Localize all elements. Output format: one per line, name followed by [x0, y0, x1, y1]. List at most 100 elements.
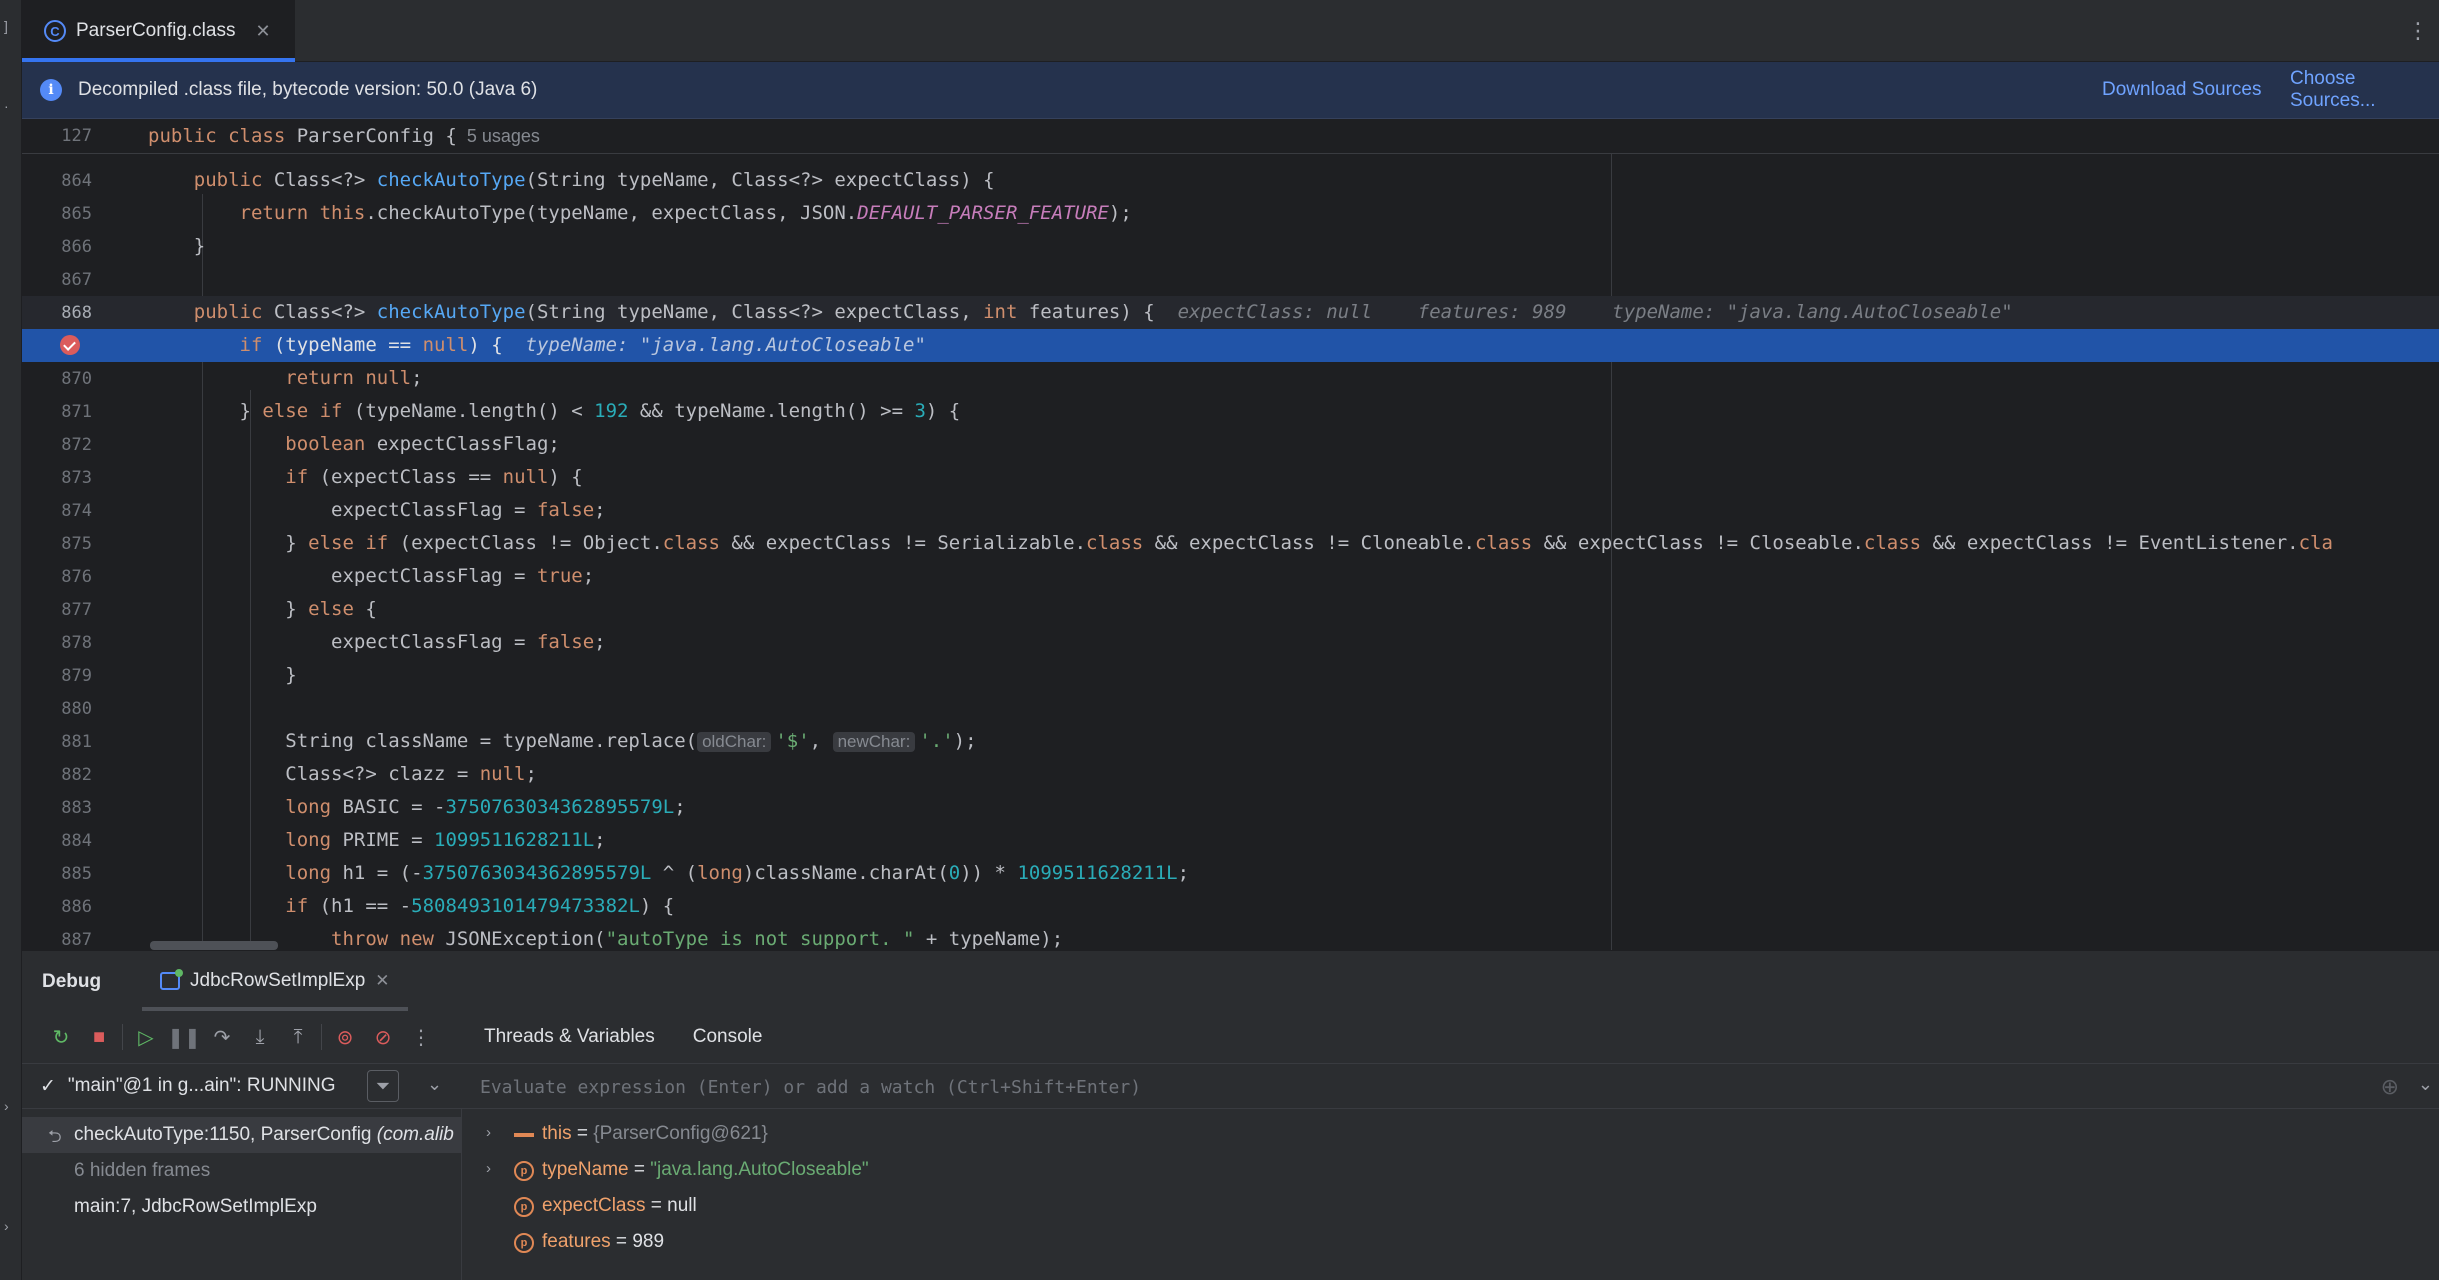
horizontal-scrollbar[interactable]	[150, 941, 278, 950]
line-number: 873	[61, 468, 92, 488]
variable-row[interactable]: p features = 989	[462, 1225, 2439, 1261]
code-line: 863	[22, 154, 2439, 162]
parameter-icon: p	[514, 1233, 534, 1253]
more-icon[interactable]: ⋮	[2407, 18, 2429, 44]
code-text: long PRIME = 1099511628211L;	[285, 829, 606, 851]
panel-icon[interactable]: ]	[4, 19, 16, 33]
code-line: 871 } else if (typeName.length() < 192 &…	[22, 395, 2439, 428]
step-over-icon[interactable]: ↷	[203, 1018, 241, 1056]
sticky-header-line[interactable]: 127 public class ParserConfig {5 usages	[22, 119, 2439, 154]
variable-row[interactable]: › p typeName = "java.lang.AutoCloseable"	[462, 1153, 2439, 1189]
line-number: 867	[61, 270, 92, 290]
chevron-down-icon[interactable]: ⌄	[427, 1074, 442, 1095]
code-text: String className = typeName.replace(oldC…	[148, 730, 977, 752]
line-number: 871	[61, 402, 92, 422]
line-number: 882	[61, 765, 92, 785]
debug-header: Debug JdbcRowSetImplExp ✕	[22, 951, 2439, 1011]
code-text: expectClassFlag = false;	[148, 499, 606, 521]
stop-icon[interactable]: ■	[80, 1018, 118, 1056]
code-text: long BASIC = -3750763034362895579L;	[285, 796, 686, 818]
expand-arrow-icon[interactable]: ›	[486, 1124, 491, 1141]
tab-console[interactable]: Console	[693, 1026, 763, 1048]
line-number: 887	[61, 930, 92, 950]
close-icon[interactable]: ✕	[255, 21, 270, 42]
view-breakpoints-icon[interactable]: ⊚	[326, 1018, 364, 1056]
variable-row[interactable]: p expectClass = null	[462, 1189, 2439, 1225]
code-line: 872 boolean expectClassFlag;	[22, 428, 2439, 461]
filter-icon[interactable]: ⏷	[367, 1070, 399, 1102]
left-tool-strip: ] · › ›	[0, 0, 22, 1280]
code-line: 880	[22, 692, 2439, 725]
check-icon: ✓	[40, 1075, 56, 1097]
tab-parserconfig[interactable]: C ParserConfig.class ✕	[22, 0, 295, 62]
code-text: Class<?> clazz = null;	[148, 763, 537, 785]
line-number: 868	[61, 303, 92, 323]
more-icon[interactable]: ⋮	[402, 1018, 440, 1056]
line-number: 881	[61, 732, 92, 752]
step-out-icon[interactable]: ⤒	[279, 1018, 317, 1056]
code-text: expectClassFlag = false;	[148, 631, 606, 653]
structure-icon[interactable]: ·	[4, 99, 16, 113]
usages-link[interactable]: 5 usages	[467, 126, 540, 146]
step-into-icon[interactable]: ⤓	[241, 1018, 279, 1056]
run-tool-icon[interactable]: ›	[4, 1219, 16, 1233]
frame-return-icon: ⮌	[48, 1127, 62, 1146]
line-number: 885	[61, 864, 92, 884]
choose-sources-link[interactable]: Choose Sources...	[2290, 68, 2439, 112]
resume-icon[interactable]: ▷	[127, 1018, 165, 1056]
line-number: 872	[61, 435, 92, 455]
hidden-frames-item[interactable]: 6 hidden frames	[22, 1153, 461, 1189]
code-text: }	[148, 235, 206, 257]
evaluate-input[interactable]	[480, 1072, 2280, 1102]
banner-message: Decompiled .class file, bytecode version…	[78, 79, 538, 100]
code-line: 866 }	[22, 230, 2439, 263]
code-text: public Class<?> checkAutoType(String typ…	[193, 169, 995, 191]
inline-value-hint: features: 989	[1417, 301, 1567, 323]
chevron-down-icon[interactable]: ⌄	[2418, 1074, 2433, 1095]
code-line: 868 public Class<?> checkAutoType(String…	[22, 296, 2439, 329]
code-line: 874 expectClassFlag = false;	[22, 494, 2439, 527]
code-line: 882 Class<?> clazz = null;	[22, 758, 2439, 791]
frame-item[interactable]: ⮌ checkAutoType:1150, ParserConfig (com.…	[22, 1117, 461, 1153]
param-hint: oldChar:	[697, 732, 772, 752]
line-number: 880	[61, 699, 92, 719]
rerun-icon[interactable]: ↻	[42, 1018, 80, 1056]
sticky-code: public class ParserConfig {5 usages	[148, 125, 540, 147]
code-text: expectClassFlag = true;	[148, 565, 595, 587]
variable-row[interactable]: › this = {ParserConfig@621}	[462, 1117, 2439, 1153]
editor-tab-bar: C ParserConfig.class ✕ ⋮	[22, 0, 2439, 62]
expand-arrow-icon[interactable]: ›	[486, 1160, 491, 1177]
line-number: 878	[61, 633, 92, 653]
line-number: 874	[61, 501, 92, 521]
download-sources-link[interactable]: Download Sources	[2102, 79, 2261, 101]
class-icon: C	[44, 20, 66, 42]
code-line: 883 long BASIC = -3750763034362895579L;	[22, 791, 2439, 824]
breakpoint-icon[interactable]	[60, 335, 80, 355]
debug-tool-icon[interactable]: ›	[4, 1099, 16, 1113]
debug-view-tabs: Threads & Variables Console	[462, 1011, 2439, 1063]
inline-value-hint: typeName: "java.lang.AutoCloseable"	[1612, 301, 2013, 323]
add-watch-icon[interactable]: ⊕	[2381, 1074, 2399, 1100]
code-line: 887 throw new JSONException("autoType is…	[22, 923, 2439, 950]
code-line: 875 } else if (expectClass != Object.cla…	[22, 527, 2439, 560]
tab-threads-variables[interactable]: Threads & Variables	[484, 1026, 655, 1048]
debug-toolbar: ↻ ■ ▷ ❚❚ ↷ ⤓ ⤒ ⊚ ⊘ ⋮	[22, 1011, 462, 1063]
code-line: 876 expectClassFlag = true;	[22, 560, 2439, 593]
close-icon[interactable]: ✕	[375, 971, 389, 991]
frame-item[interactable]: main:7, JdbcRowSetImplExp	[22, 1189, 461, 1225]
debug-title: Debug	[42, 971, 102, 992]
line-number: 864	[61, 171, 92, 191]
param-hint: newChar:	[832, 732, 916, 752]
debug-panel: Debug JdbcRowSetImplExp ✕ ↻ ■ ▷ ❚❚ ↷ ⤓ ⤒…	[22, 950, 2439, 1280]
code-line: 884 long PRIME = 1099511628211L;	[22, 824, 2439, 857]
code-line: 885 long h1 = (-3750763034362895579L ^ (…	[22, 857, 2439, 890]
line-number: 865	[61, 204, 92, 224]
code-text: return null;	[285, 367, 423, 389]
code-line: 864 public Class<?> checkAutoType(String…	[22, 164, 2439, 197]
debug-session-tab[interactable]: JdbcRowSetImplExp ✕	[142, 951, 408, 1011]
code-editor[interactable]: 863 864 public Class<?> checkAutoType(St…	[22, 154, 2439, 950]
thread-selector[interactable]: ✓ "main"@1 in g...ain": RUNNING ⏷ ⌄	[22, 1063, 462, 1109]
code-line: 886 if (h1 == -5808493101479473382L) {	[22, 890, 2439, 923]
pause-icon[interactable]: ❚❚	[165, 1018, 203, 1056]
mute-breakpoints-icon[interactable]: ⊘	[364, 1018, 402, 1056]
